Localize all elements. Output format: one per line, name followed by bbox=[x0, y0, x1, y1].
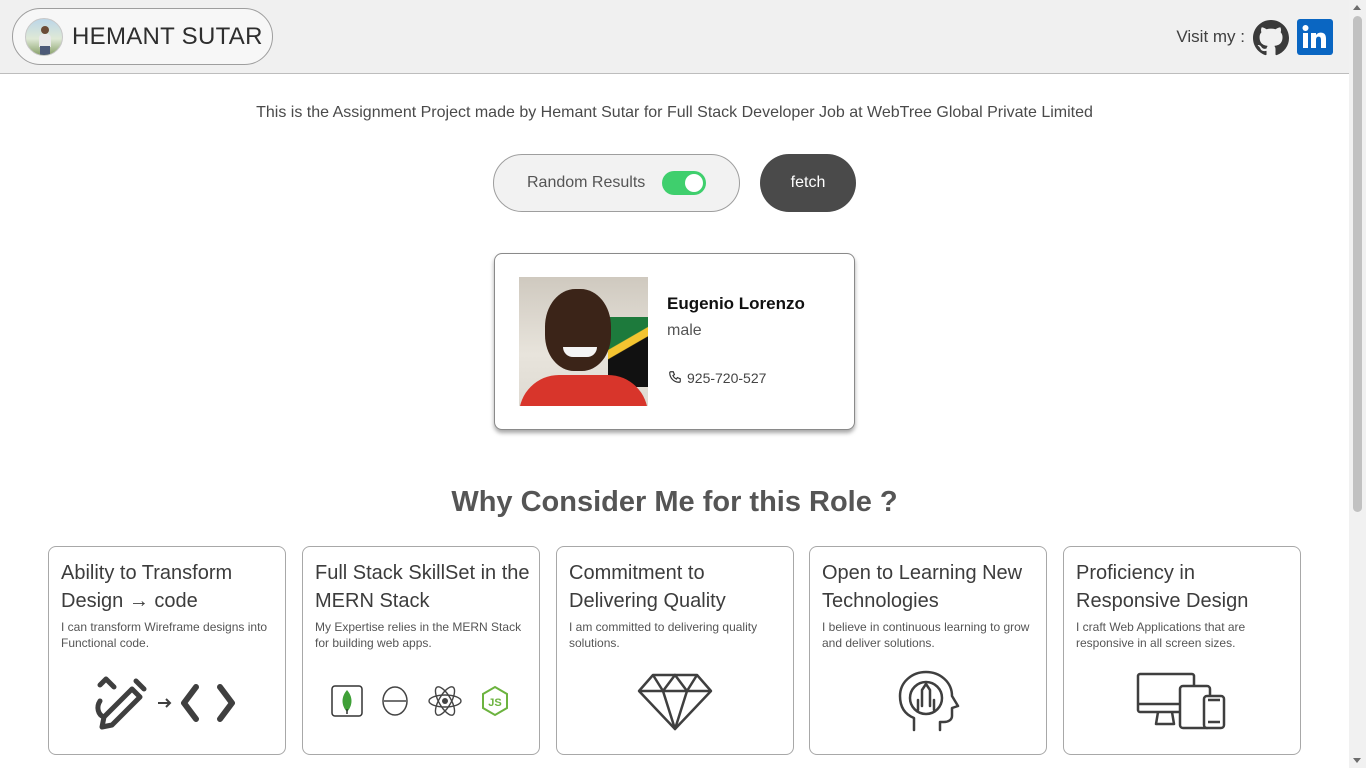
feature-desc: My Expertise relies in the MERN Stack fo… bbox=[315, 620, 522, 650]
feature-title: Proficiency in Responsive Design bbox=[1076, 562, 1249, 612]
feature-desc: I craft Web Applications that are respon… bbox=[1076, 620, 1246, 650]
section-title: Why Consider Me for this Role ? bbox=[451, 486, 898, 518]
svg-text:JS: JS bbox=[488, 697, 501, 709]
random-results-toggle-group: Random Results bbox=[493, 154, 740, 212]
brand-pill[interactable]: HEMANT SUTAR bbox=[12, 8, 273, 65]
user-phone: 925-720-527 bbox=[687, 370, 767, 386]
feature-card: Open to Learning New Technologies I beli… bbox=[809, 546, 1047, 755]
visit-label: Visit my : bbox=[1176, 27, 1245, 46]
feature-card: Ability to Transform Design → code I can… bbox=[48, 546, 286, 755]
user-gender: male bbox=[667, 322, 702, 339]
responsive-devices-icon bbox=[1136, 672, 1226, 730]
feature-card: Commitment to Delivering Quality I am co… bbox=[556, 546, 794, 755]
user-name: Eugenio Lorenzo bbox=[667, 294, 805, 313]
scrollbar-thumb[interactable] bbox=[1353, 16, 1362, 512]
feature-desc: I can transform Wireframe designs into F… bbox=[61, 620, 268, 650]
scroll-up-icon[interactable] bbox=[1353, 5, 1361, 10]
scroll-down-icon[interactable] bbox=[1353, 758, 1361, 763]
tagline: This is the Assignment Project made by H… bbox=[256, 104, 1093, 121]
phone-icon bbox=[669, 371, 681, 383]
scrollbar[interactable] bbox=[1349, 0, 1366, 768]
random-results-switch[interactable] bbox=[662, 171, 707, 195]
fetch-button[interactable]: fetch bbox=[760, 154, 856, 212]
brand-name: HEMANT SUTAR bbox=[72, 22, 263, 50]
express-icon bbox=[382, 686, 408, 716]
user-card: Eugenio Lorenzo male 925-720-527 bbox=[494, 253, 855, 430]
feature-card: Full Stack SkillSet in the MERN Stack My… bbox=[302, 546, 540, 755]
diamond-icon bbox=[637, 673, 713, 731]
github-icon[interactable] bbox=[1253, 20, 1289, 56]
learning-head-icon bbox=[898, 670, 960, 732]
mongodb-icon bbox=[331, 685, 363, 717]
feature-title: Open to Learning New Technologies bbox=[822, 562, 1023, 612]
feature-title: Commitment to Delivering Quality bbox=[569, 562, 726, 612]
linkedin-icon[interactable] bbox=[1297, 19, 1333, 55]
header: HEMANT SUTAR Visit my : bbox=[0, 0, 1349, 74]
avatar bbox=[25, 17, 63, 56]
feature-desc: I am committed to delivering quality sol… bbox=[569, 620, 758, 650]
feature-title: Ability to Transform Design → code bbox=[61, 562, 233, 612]
feature-card: Proficiency in Responsive Design I craft… bbox=[1063, 546, 1301, 755]
feature-title: Full Stack SkillSet in the MERN Stack bbox=[315, 562, 530, 612]
toggle-label: Random Results bbox=[527, 174, 646, 191]
react-icon bbox=[428, 686, 462, 716]
design-to-code-icon bbox=[95, 676, 235, 730]
feature-desc: I believe in continuous learning to grow… bbox=[822, 620, 1030, 650]
nodejs-icon: JS bbox=[482, 685, 508, 717]
user-photo bbox=[519, 277, 648, 406]
